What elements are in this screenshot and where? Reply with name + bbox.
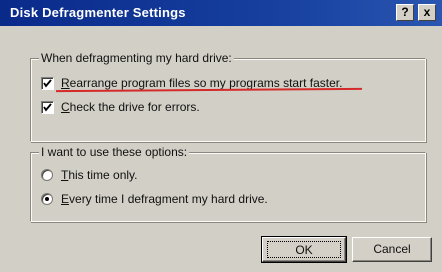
every-time-label: Every time I defragment my hard drive. xyxy=(61,192,268,206)
check-drive-checkbox[interactable] xyxy=(41,100,54,114)
every-time-radio[interactable] xyxy=(41,193,53,205)
rearrange-files-checkbox[interactable] xyxy=(41,76,54,90)
ok-button-label: OK xyxy=(267,241,341,258)
check-drive-option[interactable]: Check the drive for errors. xyxy=(41,99,200,115)
checkmark-icon xyxy=(43,102,52,112)
disk-defragmenter-settings-dialog: Disk Defragmenter Settings ? x When defr… xyxy=(0,0,442,272)
window-title: Disk Defragmenter Settings xyxy=(10,5,186,20)
usage-options-group: I want to use these options: This time o… xyxy=(30,145,426,222)
usage-options-legend: I want to use these options: xyxy=(39,145,190,159)
check-drive-label: Check the drive for errors. xyxy=(61,100,200,114)
every-time-option[interactable]: Every time I defragment my hard drive. xyxy=(41,191,268,207)
this-time-only-label: This time only. xyxy=(61,168,138,182)
cancel-button[interactable]: Cancel xyxy=(352,237,432,262)
defrag-options-group: When defragmenting my hard drive: Rearra… xyxy=(30,51,426,142)
close-button[interactable]: x xyxy=(418,4,436,21)
ok-button[interactable]: OK xyxy=(261,236,347,263)
defrag-options-legend: When defragmenting my hard drive: xyxy=(39,51,234,65)
this-time-only-radio[interactable] xyxy=(41,169,53,181)
radio-selected-dot xyxy=(45,197,49,201)
help-button[interactable]: ? xyxy=(396,4,414,21)
this-time-only-option[interactable]: This time only. xyxy=(41,167,137,183)
checkmark-icon xyxy=(43,78,52,88)
title-bar[interactable]: Disk Defragmenter Settings ? x xyxy=(0,0,442,26)
